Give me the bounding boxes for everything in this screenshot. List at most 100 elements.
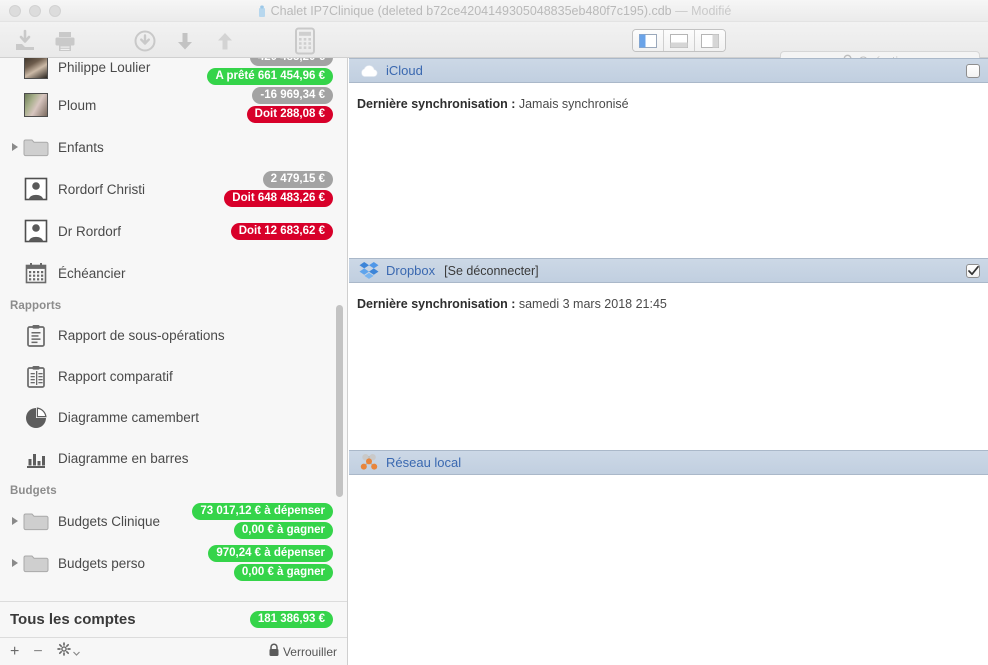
person-icon xyxy=(22,219,50,243)
app-window: Chalet IP7Clinique (deleted b72ce4204149… xyxy=(0,0,988,665)
window-title-separator: — xyxy=(675,4,688,18)
status-badge: 0,00 € à gagner xyxy=(233,564,333,581)
sidebar-item-budgets-perso[interactable]: Budgets perso 970,24 € à dépenser 0,00 €… xyxy=(0,542,347,584)
service-name: iCloud xyxy=(386,63,423,78)
service-body-icloud: Dernière synchronisation : Jamais synchr… xyxy=(349,83,988,111)
status-badge: 420 485,20 € xyxy=(249,58,333,66)
status-badge: 181 386,93 € xyxy=(249,611,333,628)
badge-group: -16 969,34 € Doit 288,08 € xyxy=(246,84,333,126)
service-body-reseau-local xyxy=(349,475,988,489)
sidebar-item-rordorf-christi[interactable]: Rordorf Christi 2 479,15 € Doit 648 483,… xyxy=(0,168,347,210)
remove-button[interactable]: − xyxy=(33,643,42,660)
sidebar-item-enfants[interactable]: Enfants xyxy=(0,126,347,168)
lock-button[interactable]: Verrouiller xyxy=(268,643,337,660)
service-panel-icloud: iCloud Dernière synchronisation : Jamais… xyxy=(349,58,988,258)
service-header-reseau-local[interactable]: Réseau local xyxy=(349,450,988,475)
view-split-button[interactable] xyxy=(664,30,695,51)
folder-icon xyxy=(22,553,50,573)
sidebar-item-dr-rordorf[interactable]: Dr Rordorf Doit 12 683,62 € xyxy=(0,210,347,252)
status-badge: Doit 648 483,26 € xyxy=(224,190,333,207)
view-mode-segmented-control[interactable] xyxy=(632,29,726,52)
all-accounts-row[interactable]: Tous les comptes 181 386,93 € xyxy=(0,601,347,637)
sidebar-item-diagramme-camembert[interactable]: Diagramme camembert xyxy=(0,397,347,438)
status-badge: Doit 12 683,62 € xyxy=(230,222,333,240)
badge-group: Doit 12 683,62 € xyxy=(230,210,333,252)
window-title-text: Chalet IP7Clinique (deleted b72ce4204149… xyxy=(270,4,672,18)
view-sidebar-button[interactable] xyxy=(633,30,664,51)
status-badge: Doit 288,08 € xyxy=(246,106,333,123)
calculator-icon[interactable] xyxy=(289,26,321,56)
sync-services-panel: iCloud Dernière synchronisation : Jamais… xyxy=(349,58,988,665)
section-header-rapports: Rapports xyxy=(10,300,62,312)
pie-chart-icon xyxy=(22,406,50,429)
sidebar-item-rapport-comparatif[interactable]: Rapport comparatif xyxy=(0,356,347,397)
service-enable-checkbox[interactable] xyxy=(966,63,980,78)
disclosure-triangle[interactable] xyxy=(8,559,22,567)
sidebar-item-diagramme-en-barres[interactable]: Diagramme en barres xyxy=(0,438,347,479)
status-badge: 73 017,12 € à dépenser xyxy=(192,503,333,520)
avatar xyxy=(22,93,50,117)
sidebar-scroll-area: Philippe Loulier 420 485,20 € A prêté 66… xyxy=(0,58,347,601)
view-panel-button[interactable] xyxy=(695,30,725,51)
service-name: Réseau local xyxy=(386,455,462,470)
status-badge: 2 479,15 € xyxy=(262,171,333,188)
sidebar-item-label: Diagramme camembert xyxy=(58,410,200,425)
sidebar-item-ploum[interactable]: Ploum -16 969,34 € Doit 288,08 € xyxy=(0,84,347,126)
clipboard-lines-icon xyxy=(22,324,50,348)
badge-group: 73 017,12 € à dépenser 0,00 € à gagner xyxy=(192,500,333,542)
clipboard-compare-icon xyxy=(22,365,50,389)
service-panel-reseau-local: Réseau local xyxy=(349,450,988,650)
service-header-icloud[interactable]: iCloud xyxy=(349,58,988,83)
section-header-budgets: Budgets xyxy=(10,485,57,497)
service-disconnect-link[interactable]: [Se déconnecter] xyxy=(444,264,539,278)
status-badge: A prêté 661 454,96 € xyxy=(207,68,333,85)
calendar-icon xyxy=(22,262,50,284)
print-icon[interactable] xyxy=(50,26,80,56)
sync-value: Jamais synchronisé xyxy=(518,97,629,111)
gear-button[interactable] xyxy=(56,642,80,661)
avatar xyxy=(22,58,50,79)
cloud-icon xyxy=(359,64,379,78)
sidebar-item-rapport-sous-operations[interactable]: Rapport de sous-opérations xyxy=(0,315,347,356)
sidebar-scrollbar[interactable] xyxy=(336,305,343,497)
sync-label: Dernière synchronisation : xyxy=(357,97,516,111)
toolbar: Opérations xyxy=(0,22,988,71)
service-enable-checkbox[interactable] xyxy=(966,263,980,278)
check-icon xyxy=(967,265,979,275)
title-bar: Chalet IP7Clinique (deleted b72ce4204149… xyxy=(0,0,988,22)
arrow-down-icon[interactable] xyxy=(170,26,200,56)
bar-chart-icon xyxy=(22,449,50,469)
sync-value: samedi 3 mars 2018 21:45 xyxy=(518,297,667,311)
dropbox-icon xyxy=(359,261,379,280)
status-badge: -16 969,34 € xyxy=(252,87,333,104)
window-modified-label: Modifié xyxy=(691,4,732,18)
service-name: Dropbox xyxy=(386,263,436,278)
service-panel-dropbox: Dropbox [Se déconnecter] Dernière synchr… xyxy=(349,258,988,450)
add-button[interactable]: + xyxy=(10,643,19,660)
badge-group: 420 485,20 € A prêté 661 454,96 € xyxy=(207,58,333,85)
badge-group: 2 479,15 € Doit 648 483,26 € xyxy=(224,168,333,210)
window-title: Chalet IP7Clinique (deleted b72ce4204149… xyxy=(0,0,988,22)
sidebar-item-label: Enfants xyxy=(58,139,104,155)
arrow-up-icon[interactable] xyxy=(210,26,240,56)
disclosure-triangle[interactable] xyxy=(8,517,22,525)
chevron-down-icon xyxy=(72,643,80,661)
lock-icon xyxy=(268,643,280,660)
sidebar-item-label: Échéancier xyxy=(58,265,126,281)
sidebar-item-label: Rapport comparatif xyxy=(58,369,173,384)
person-icon xyxy=(22,177,50,201)
badge-group: 970,24 € à dépenser 0,00 € à gagner xyxy=(208,542,333,584)
sidebar-item-budgets-clinique[interactable]: Budgets Clinique 73 017,12 € à dépenser … xyxy=(0,500,347,542)
download-circle-icon[interactable] xyxy=(130,26,160,56)
import-icon[interactable] xyxy=(10,26,40,56)
service-header-dropbox[interactable]: Dropbox [Se déconnecter] xyxy=(349,258,988,283)
sidebar-item-philippe-loulier[interactable]: Philippe Loulier 420 485,20 € A prêté 66… xyxy=(0,58,347,85)
sync-label: Dernière synchronisation : xyxy=(357,297,516,311)
sidebar-item-echeancier[interactable]: Échéancier xyxy=(0,252,347,294)
disclosure-triangle[interactable] xyxy=(8,143,22,151)
sidebar-item-label: Diagramme en barres xyxy=(58,451,189,466)
folder-icon xyxy=(22,137,50,157)
lock-label: Verrouiller xyxy=(282,644,337,659)
network-icon xyxy=(359,453,379,472)
status-badge: 0,00 € à gagner xyxy=(233,522,333,539)
